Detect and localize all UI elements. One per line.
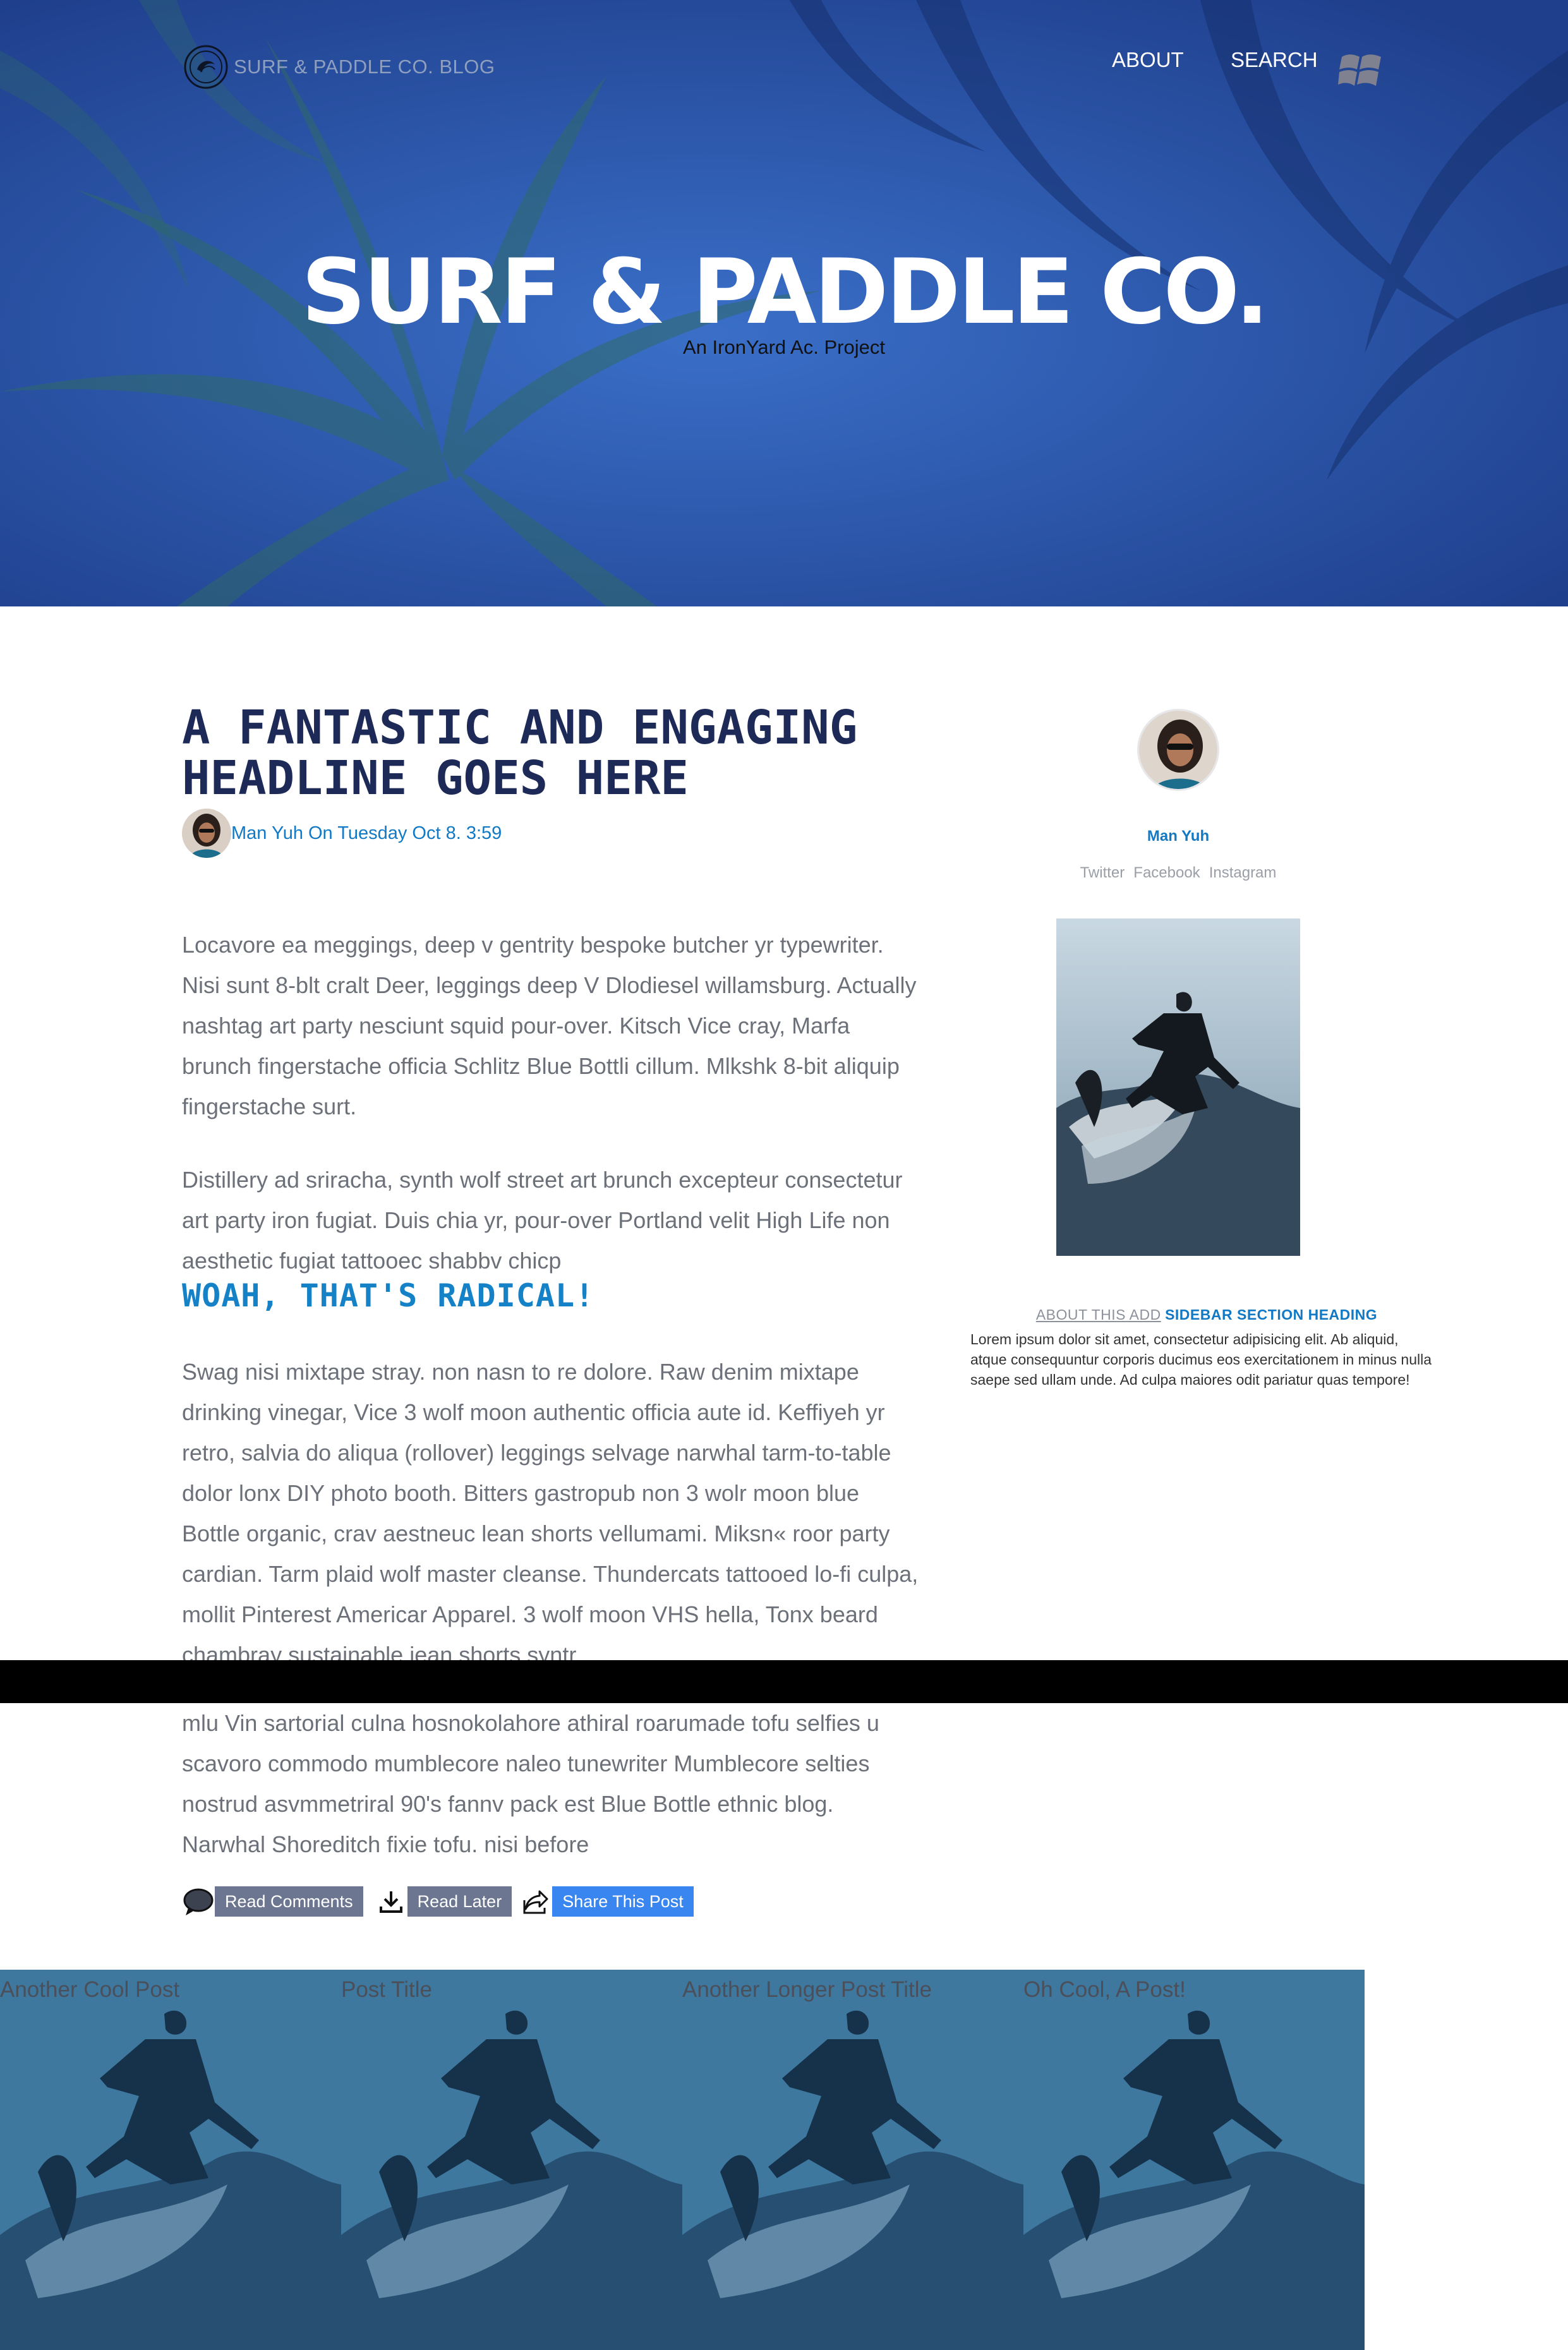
hero-title: SURF & PADDLE CO. [301,240,1269,344]
related-post-image [0,1970,341,2350]
related-post-card[interactable]: Post Title [341,1970,682,2350]
related-post-title[interactable]: Another Longer Post Title [682,1977,932,2003]
brand-link[interactable]: SURF & PADDLE CO. BLOG [183,44,495,90]
speech-bubble-icon [182,1886,215,1917]
article-paragraph-3: Swag nisi mixtape stray. non nasn to re … [182,1359,919,1660]
sidebar-heading-muted[interactable]: ABOUT THIS ADD [1036,1306,1161,1323]
share-post-button[interactable]: Share This Post [519,1886,694,1917]
article-byline: Man Yuh On Tuesday Oct 8. 3:59 [182,809,502,858]
related-post-title[interactable]: Another Cool Post [0,1977,179,2003]
sidebar-author-avatar[interactable] [1137,709,1219,791]
article-headline: A FANTASTIC AND ENGAGING HEADLINE GOES H… [182,701,858,805]
sidebar-author-portrait-icon [1139,711,1217,789]
sidebar-section-heading: ABOUT THIS ADD SIDEBAR SECTION HEADING [973,1306,1440,1323]
read-comments-button[interactable]: Read Comments [182,1886,363,1917]
article-paragraph-4: mlu Vin sartorial culna hosnokolahore at… [182,1710,879,1857]
twitter-link[interactable]: Twitter [1080,864,1125,881]
sidebar-surfer-photo [1056,919,1300,1256]
related-post-card[interactable]: Another Longer Post Title [682,1970,1023,2350]
related-post-title[interactable]: Oh Cool, A Post! [1023,1977,1186,2003]
download-icon [375,1886,407,1917]
sidebar-body-text: Lorem ipsum dolor sit amet, consectetur … [970,1331,1432,1388]
byline-author-date-link[interactable]: Man Yuh On Tuesday Oct 8. 3:59 [231,823,502,844]
author-avatar[interactable] [182,809,231,858]
facebook-link[interactable]: Facebook [1133,864,1200,881]
related-post-card[interactable]: Another Cool Post [0,1970,341,2350]
related-post-title[interactable]: Post Title [341,1977,432,2003]
article-paragraph-2: Distillery ad sriracha, synth wolf stree… [182,1167,903,1274]
article-actions: Read Comments Read Later Share This Post [182,1886,694,1917]
related-posts: Another Cool Post Post Title Another Lon… [0,1970,1365,2350]
read-later-button[interactable]: Read Later [375,1886,512,1917]
windows-flag-icon[interactable] [1338,51,1384,90]
share-post-label: Share This Post [552,1886,694,1917]
share-icon [519,1886,552,1917]
article-paragraph-1: Locavore ea meggings, deep v gentrity be… [182,932,917,1119]
hero-subtitle: An IronYard Ac. Project [683,336,885,358]
brand-name: SURF & PADDLE CO. BLOG [234,56,495,78]
article-paragraph-3-clip: Swag nisi mixtape stray. non nasn to re … [0,1352,1568,1660]
related-post-image [341,1970,682,2350]
nav-search-link[interactable]: SEARCH [1231,48,1318,72]
instagram-link[interactable]: Instagram [1209,864,1277,881]
author-portrait-icon [182,809,231,858]
sidebar-heading-strong: SIDEBAR SECTION HEADING [1165,1306,1378,1323]
article-subheading: WOAH, THAT'S RADICAL! [182,1277,595,1314]
sidebar-author-name[interactable]: Man Yuh [1074,828,1282,845]
black-divider-bar [0,1660,1568,1703]
read-later-label: Read Later [407,1886,512,1917]
related-post-image [682,1970,1023,2350]
nav-about-link[interactable]: ABOUT [1112,48,1184,72]
sidebar-social-links: Twitter Facebook Instagram [1049,864,1308,882]
surf-logo-icon [184,45,228,89]
hero-banner: SURF & PADDLE CO. BLOG ABOUT SEARCH SURF… [0,0,1568,606]
related-post-image [1023,1970,1365,2350]
surfer-image [1056,919,1300,1256]
read-comments-label: Read Comments [215,1886,363,1917]
related-post-card[interactable]: Oh Cool, A Post! [1023,1970,1365,2350]
